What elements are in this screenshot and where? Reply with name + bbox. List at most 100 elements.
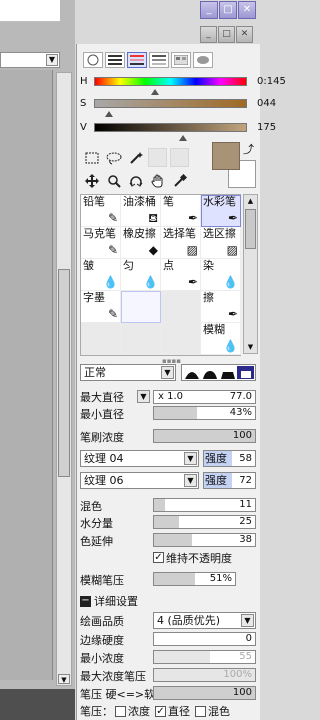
hand-icon[interactable] bbox=[148, 171, 167, 190]
maximize-button[interactable]: □ bbox=[219, 1, 237, 19]
max-density-pressure-slider[interactable]: 100% bbox=[153, 668, 256, 682]
max-size-multiplier-dropdown[interactable]: ▼ bbox=[137, 390, 150, 403]
pressure-mix-checkbox[interactable] bbox=[195, 705, 206, 717]
canvas-area[interactable] bbox=[0, 70, 53, 680]
canvas-scroll-thumb[interactable] bbox=[58, 269, 70, 477]
rgb-slider-mode-button[interactable] bbox=[105, 52, 125, 68]
collapse-icon[interactable]: − bbox=[80, 595, 91, 607]
blur-pressure-slider[interactable]: 51% bbox=[153, 572, 236, 586]
brush-slot[interactable]: 水彩笔 ✒ bbox=[201, 195, 241, 227]
hsv-slider-mode-button[interactable] bbox=[127, 52, 147, 68]
magic-wand-icon[interactable] bbox=[126, 148, 145, 167]
move-icon[interactable] bbox=[82, 171, 101, 190]
scroll-up-arrow-icon[interactable]: ▲ bbox=[245, 196, 256, 206]
eyedropper-icon[interactable] bbox=[170, 171, 189, 190]
scratch-pad-mode-button[interactable] bbox=[193, 52, 213, 68]
chevron-down-icon[interactable]: ▼ bbox=[184, 474, 197, 487]
empty-brush-slot[interactable] bbox=[121, 323, 161, 355]
texture-2-select[interactable]: 纹理 06 ▼ bbox=[80, 472, 199, 489]
max-size-field[interactable]: x 1.0 77.0 bbox=[153, 390, 256, 404]
saturation-label: S bbox=[80, 97, 87, 109]
shape-flat-icon[interactable] bbox=[237, 366, 254, 379]
brush-scrollbar[interactable]: ▲ ▼ bbox=[243, 194, 258, 354]
min-density-slider[interactable]: 55 bbox=[153, 650, 256, 664]
pressure-size-checkbox[interactable]: ✓ bbox=[155, 705, 166, 717]
swap-colors-icon[interactable]: ⤴ bbox=[243, 141, 254, 157]
brush-label: 染 bbox=[203, 259, 214, 272]
empty-brush-slot[interactable] bbox=[81, 323, 121, 355]
empty-brush-slot[interactable] bbox=[121, 291, 161, 323]
canvas-dropdown[interactable]: ▼ bbox=[0, 52, 60, 68]
pressure-hardness-slider[interactable]: 100 bbox=[153, 686, 256, 700]
brush-slot[interactable]: 点 ✒ bbox=[161, 259, 201, 291]
value-slider-marker[interactable] bbox=[178, 134, 187, 141]
texture-2-strength[interactable]: 强度 72 bbox=[203, 472, 256, 489]
scroll-down-arrow-icon[interactable]: ▼ bbox=[58, 674, 70, 684]
brush-slot[interactable]: 字墨 ✎ bbox=[81, 291, 121, 323]
advanced-settings-toggle[interactable]: − 详细设置 bbox=[80, 593, 138, 609]
texture-1-strength[interactable]: 强度 58 bbox=[203, 450, 256, 467]
empty-tool-slot bbox=[148, 148, 167, 167]
shape-medium-icon[interactable] bbox=[201, 366, 218, 379]
empty-brush-slot[interactable] bbox=[161, 323, 201, 355]
hue-slider[interactable] bbox=[94, 76, 247, 95]
minimize-button[interactable]: _ bbox=[200, 1, 218, 19]
texture-2-value: 纹理 06 bbox=[84, 474, 124, 487]
pressure-density-checkbox[interactable] bbox=[115, 705, 126, 717]
brush-slot[interactable]: 擦 ✒ bbox=[201, 291, 241, 323]
chevron-down-icon[interactable]: ▼ bbox=[161, 366, 174, 379]
brush-label: 擦 bbox=[203, 291, 214, 304]
keep-opacity-row[interactable]: ✓ 维持不透明度 bbox=[153, 550, 232, 565]
extend-slider[interactable]: 38 bbox=[153, 533, 256, 547]
blend-mode-select[interactable]: 正常 ▼ bbox=[80, 364, 176, 381]
inner-maximize-button[interactable]: □ bbox=[218, 26, 235, 43]
keep-opacity-checkbox[interactable]: ✓ bbox=[153, 552, 164, 563]
texture-1-value: 纹理 04 bbox=[84, 452, 124, 465]
chevron-down-icon[interactable]: ▼ bbox=[184, 452, 197, 465]
mix-slider[interactable]: 11 bbox=[153, 498, 256, 512]
hue-slider-marker[interactable] bbox=[151, 88, 160, 95]
value-slider[interactable] bbox=[94, 122, 247, 141]
brush-slot[interactable]: 马克笔 ✎ bbox=[81, 227, 121, 259]
density-slider[interactable]: 100 bbox=[153, 429, 256, 443]
close-button[interactable]: ✕ bbox=[238, 1, 256, 19]
brush-slot[interactable]: 油漆桶 ⛾ bbox=[121, 195, 161, 227]
scroll-down-arrow-icon[interactable]: ▼ bbox=[245, 342, 256, 352]
mix-slider-mode-button[interactable] bbox=[149, 52, 169, 68]
lasso-icon[interactable] bbox=[104, 148, 123, 167]
brush-slot[interactable]: 选择笔 ▨ bbox=[161, 227, 201, 259]
color-wheel-mode-button[interactable] bbox=[83, 52, 103, 68]
brush-slot[interactable]: 染 💧 bbox=[201, 259, 241, 291]
rect-select-icon[interactable] bbox=[82, 148, 101, 167]
canvas-scrollbar[interactable]: ▼ bbox=[56, 72, 72, 686]
brush-slot[interactable]: 模糊 💧 bbox=[201, 323, 241, 355]
brush-slot[interactable]: 选区擦 ▨ bbox=[201, 227, 241, 259]
chevron-down-icon[interactable]: ▼ bbox=[46, 54, 58, 66]
edge-hardness-slider[interactable]: 0 bbox=[153, 632, 256, 646]
shape-soft-icon[interactable] bbox=[183, 366, 200, 379]
primary-color-swatch[interactable] bbox=[212, 142, 240, 170]
brush-slot[interactable]: 橡皮擦 ◆ bbox=[121, 227, 161, 259]
quality-select[interactable]: 4 (品质优先) ▼ bbox=[153, 612, 256, 629]
water-slider[interactable]: 25 bbox=[153, 515, 256, 529]
advanced-settings-label: 详细设置 bbox=[94, 595, 138, 608]
inner-minimize-button[interactable]: _ bbox=[200, 26, 217, 43]
saturation-slider[interactable] bbox=[94, 98, 247, 117]
brush-scroll-thumb[interactable] bbox=[245, 209, 256, 249]
min-size-slider[interactable]: 43% bbox=[153, 406, 256, 420]
brush-slot[interactable]: 笔 ✒ bbox=[161, 195, 201, 227]
swatches-mode-button[interactable] bbox=[171, 52, 191, 68]
shape-hard-icon[interactable] bbox=[219, 366, 236, 379]
edge-hardness-label: 边缘硬度 bbox=[80, 633, 124, 647]
brush-slot[interactable]: 铅笔 ✎ bbox=[81, 195, 121, 227]
saturation-slider-marker[interactable] bbox=[104, 110, 113, 117]
rotate-icon[interactable] bbox=[126, 171, 145, 190]
brush-slot[interactable]: 匀 💧 bbox=[121, 259, 161, 291]
brush-slot[interactable]: 皱 💧 bbox=[81, 259, 121, 291]
pen-icon: ✒ bbox=[187, 211, 198, 225]
empty-brush-slot[interactable] bbox=[161, 291, 201, 323]
chevron-down-icon[interactable]: ▼ bbox=[241, 614, 254, 627]
zoom-icon[interactable] bbox=[104, 171, 123, 190]
texture-1-select[interactable]: 纹理 04 ▼ bbox=[80, 450, 199, 467]
inner-close-button[interactable]: ✕ bbox=[236, 26, 253, 43]
